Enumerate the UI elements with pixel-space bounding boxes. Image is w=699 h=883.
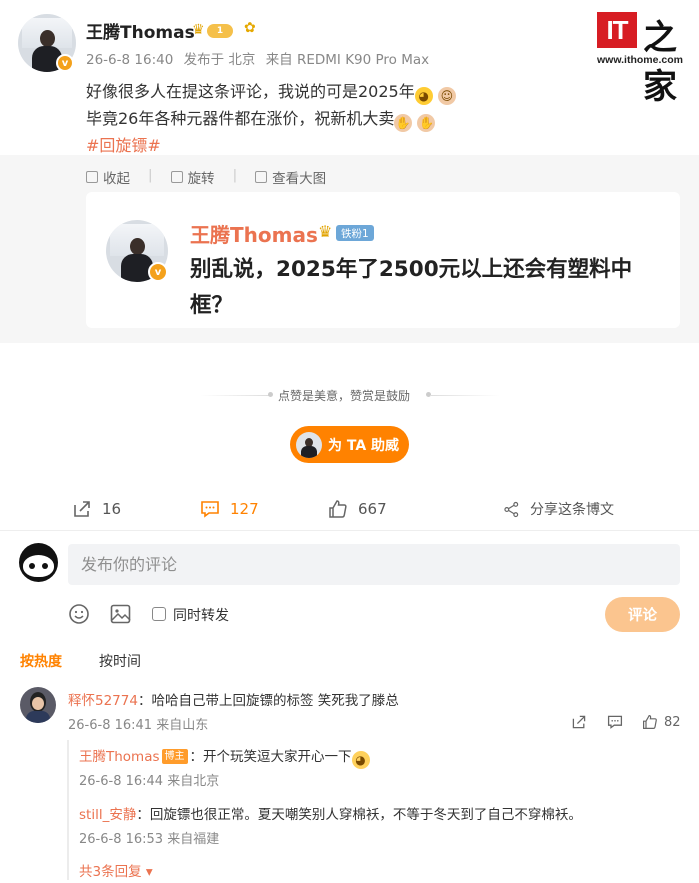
comment-button[interactable]: 127 [200, 499, 259, 519]
divider [0, 530, 699, 531]
forward-icon [74, 501, 90, 517]
sort-by-hot-tab[interactable]: 按热度 [20, 651, 62, 671]
cheer-avatar [296, 431, 322, 458]
share-button[interactable]: 分享这条博文 [503, 499, 614, 519]
collapse-button[interactable]: 收起 [86, 167, 130, 187]
toolbar-divider: | [148, 167, 153, 183]
post-content: 好像很多人在提这条评论，我说的可是2025年 ◕ ☺ 毕竟26年各种元器件都在涨价… [86, 78, 686, 159]
collapse-icon [86, 171, 98, 183]
quoted-author-name: 王腾Thomas [190, 223, 318, 247]
quoted-text: 别乱说，2025年了2500元以上还会有塑料中框？ [190, 257, 633, 318]
tip-divider-right [430, 395, 500, 396]
post-meta: 26-6-8 16:40 发布于 北京 来自 REDMI K90 Pro Max [86, 48, 435, 68]
comment-text: 释怀52774：哈哈自己带上回旋镖的标签 笑死我了滕总 [68, 693, 399, 709]
submit-comment-button[interactable]: 评论 [605, 597, 680, 632]
caret-down-icon: ▾ [141, 864, 153, 880]
forward-checkbox-label[interactable]: 同时转发 [173, 605, 229, 625]
post-source: 来自 REDMI K90 Pro Max [265, 52, 430, 68]
thumbs-up-icon [643, 714, 657, 729]
comment-forward-button[interactable] [571, 714, 587, 730]
forward-icon [572, 715, 586, 729]
pray-emoji-icon: ☺ [437, 87, 456, 105]
more-replies-link[interactable]: 共3条回复 ▾ [79, 860, 153, 880]
toolbar-divider: | [232, 167, 238, 183]
cheer-button[interactable]: 为 TA 助威 [290, 426, 409, 463]
image-upload-icon[interactable] [110, 604, 131, 624]
commenter-avatar[interactable] [20, 687, 56, 723]
comment-reply-button[interactable] [607, 714, 623, 730]
fan-badge: 铁粉1 [336, 225, 374, 241]
crown-icon: ♛ [192, 22, 205, 38]
sunflower-icon: ✿ [244, 20, 256, 36]
comment-icon [607, 715, 623, 729]
logo-url: www.ithome.com [597, 54, 683, 66]
reply-meta: 26-6-8 16:53 来自福建 [79, 832, 220, 847]
emoji-icon[interactable] [68, 603, 90, 625]
sort-by-time-tab[interactable]: 按时间 [99, 651, 141, 671]
logo-it: IT [597, 12, 637, 48]
author-name[interactable]: 王腾Thomas [86, 18, 195, 43]
blush-emoji-icon: ◕ [351, 751, 370, 769]
blogger-badge: 博主 [161, 749, 188, 764]
commenter-name[interactable]: 释怀52774 [68, 693, 138, 709]
share-icon [504, 501, 519, 517]
reply-meta: 26-6-8 16:44 来自北京 [79, 774, 220, 789]
post-location: 发布于 北京 [183, 52, 256, 68]
verified-icon: v [56, 54, 74, 72]
comment-input[interactable] [68, 544, 680, 585]
reply-text: 王腾Thomas 博主 ：开个玩笑逗大家开心一下 ◕ [79, 745, 370, 769]
comment-meta: 26-6-8 16:41 来自山东 [68, 718, 209, 733]
verified-icon: v [148, 262, 168, 282]
reply-user-name[interactable]: still_安静 [79, 807, 136, 823]
replies-divider [67, 740, 69, 880]
forward-checkbox[interactable] [152, 607, 166, 621]
reply-user-name[interactable]: 王腾Thomas [79, 749, 160, 765]
level-badge: 1 [207, 24, 233, 38]
comment-like-button[interactable]: 82 [642, 714, 681, 730]
crown-icon: ♛ [318, 222, 333, 241]
image-icon [255, 171, 268, 183]
view-large-button[interactable]: 查看大图 [255, 167, 326, 187]
ithome-logo: IT 之家 www.ithome.com [597, 10, 687, 107]
tip-text: 点赞是美意，赞赏是鼓励 [278, 389, 411, 403]
wink-emoji-icon: ◕ [414, 87, 433, 105]
post-line-2: 毕竟26年各种元器件都在涨价，祝新机大卖 ✋ ✋ [86, 109, 436, 132]
rotate-button[interactable]: 旋转 [170, 167, 215, 187]
thumbs-up-icon [329, 500, 347, 518]
tip-dot [268, 392, 273, 397]
like-button[interactable]: 667 [328, 499, 387, 519]
my-avatar[interactable] [19, 543, 58, 582]
media-toolbar: 收起 | 旋转 | 查看大图 [86, 167, 326, 187]
rotate-icon [170, 171, 183, 183]
forward-button[interactable]: 16 [72, 499, 121, 519]
post-time[interactable]: 26-6-8 16:40 [86, 52, 173, 68]
comment-icon [201, 501, 219, 518]
post-line-1: 好像很多人在提这条评论，我说的可是2025年 ◕ ☺ [86, 78, 686, 105]
reply-text: still_安静：回旋镖也很正常。夏天嘲笑别人穿棉袄，不等于冬天到了自己不穿棉袄… [79, 807, 582, 823]
pray-emoji-icon: ✋ [394, 114, 413, 132]
tip-divider-left [200, 395, 270, 396]
pray-emoji-icon: ✋ [417, 114, 436, 132]
